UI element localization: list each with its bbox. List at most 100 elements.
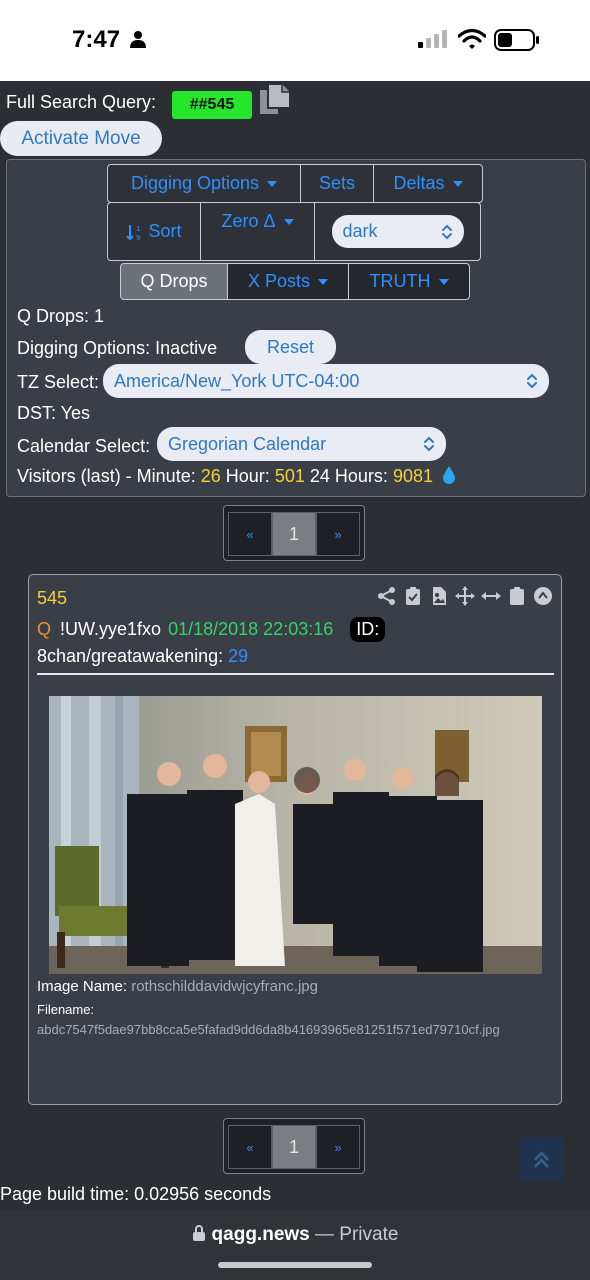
post-toolbar: [377, 585, 553, 607]
share-icon[interactable]: [377, 586, 397, 606]
sort-label: Sort: [148, 221, 182, 241]
digging-options-label: Digging Options: [130, 173, 260, 193]
post-board-name: 8chan/greatawakening:: [37, 646, 224, 666]
sort-icon: 1 9: [126, 224, 141, 241]
q-drops-count: Q Drops: 1: [17, 306, 105, 326]
truth-dropdown[interactable]: TRUTH: [348, 263, 470, 300]
scroll-to-top-button[interactable]: [520, 1138, 563, 1181]
image-name-line: Image Name: rothschilddavidwjcyfranc.jpg: [37, 978, 318, 995]
copy-icon[interactable]: [256, 80, 294, 118]
url-text: qagg.news — Private: [0, 1224, 590, 1246]
pager-next[interactable]: »: [316, 512, 360, 556]
calendar-select[interactable]: Gregorian Calendar: [157, 427, 446, 461]
deltas-dropdown[interactable]: Deltas: [373, 164, 483, 203]
private-mode-label: Private: [339, 1224, 399, 1245]
theme-select-value: dark: [342, 221, 378, 241]
hour-label: Hour:: [225, 466, 270, 486]
filename-value: abdc7547f5dae97bb8cca5e5fafad9dd6da8b416…: [37, 1022, 500, 1037]
post-card: 545 Q !UW.yye1fxo 01/18/2018 22:03:16 ID…: [28, 574, 562, 1105]
caret-down-icon: [283, 219, 294, 225]
person-icon: [130, 31, 146, 48]
post-board: 8chan/greatawakening: 29: [37, 646, 248, 667]
battery-icon: [494, 29, 539, 51]
caret-down-icon: [267, 180, 278, 187]
droplet-icon: [443, 466, 455, 484]
double-chevron-up-icon: [534, 1151, 549, 1168]
digging-status: Digging Options: Inactive: [17, 338, 218, 358]
browser-url-bar[interactable]: qagg.news — Private: [0, 1210, 590, 1280]
post-author: Q: [37, 619, 52, 639]
tab-q-drops[interactable]: Q Drops: [120, 263, 228, 300]
status-bar: 7:47: [0, 0, 590, 81]
url-domain: qagg.news: [211, 1224, 310, 1245]
page-build-time: Page build time: 0.02956 seconds: [0, 1184, 272, 1204]
status-time: 7:47: [72, 26, 121, 53]
wifi-icon: [458, 28, 486, 49]
pager-current[interactable]: 1: [272, 1125, 316, 1169]
cellular-signal-icon: [418, 30, 447, 48]
pager-prev[interactable]: «: [228, 1125, 272, 1169]
filename-label: Filename:: [37, 1002, 95, 1017]
post-id-badge: ID:: [350, 617, 386, 642]
image-name-label: Image Name:: [37, 978, 128, 995]
svg-text:1: 1: [136, 225, 140, 233]
svg-text:9: 9: [136, 234, 140, 241]
sets-button[interactable]: Sets: [300, 164, 374, 203]
query-label: Full Search Query:: [6, 92, 157, 112]
scroll-up-circle-icon[interactable]: [533, 586, 553, 606]
calendar-select-value: Gregorian Calendar: [168, 434, 327, 454]
updown-chevron-icon: [441, 224, 452, 239]
tz-select-value: America/New_York UTC-04:00: [114, 371, 360, 391]
move-arrows-icon[interactable]: [455, 586, 475, 606]
pagination-bottom: « 1 »: [223, 1118, 365, 1174]
theme-select-wrapper: dark: [314, 202, 481, 261]
day-label: 24 Hours:: [309, 466, 388, 486]
post-tripcode: !UW.yye1fxo: [60, 619, 162, 639]
deltas-label: Deltas: [393, 173, 445, 193]
theme-select[interactable]: dark: [331, 215, 464, 248]
lock-icon: [192, 1225, 205, 1241]
visitors-label: Visitors (last) - Minute:: [17, 466, 196, 486]
zero-delta-dropdown[interactable]: Zero Δ: [200, 202, 315, 261]
post-divider: [37, 673, 554, 675]
visitors-hour: 501: [274, 466, 305, 486]
activate-move-button[interactable]: Activate Move: [0, 121, 162, 156]
dst-status: DST: Yes: [17, 403, 91, 423]
clipboard-icon[interactable]: [507, 586, 527, 606]
caret-down-icon: [452, 180, 463, 187]
zero-delta-label: Zero Δ: [221, 211, 276, 231]
clipboard-check-icon[interactable]: [403, 586, 423, 606]
pagination-top: « 1 »: [223, 505, 365, 561]
post-header: Q !UW.yye1fxo 01/18/2018 22:03:16 ID:: [37, 617, 386, 642]
truth-label: TRUTH: [369, 271, 431, 291]
pager-current[interactable]: 1: [272, 512, 316, 556]
post-number: 545: [37, 588, 68, 608]
home-indicator: [218, 1262, 372, 1268]
visitors-line: Visitors (last) - Minute: 26 Hour: 501 2…: [17, 466, 456, 487]
file-image-icon[interactable]: [429, 586, 449, 606]
updown-chevron-icon: [424, 436, 434, 452]
digging-options-dropdown[interactable]: Digging Options: [107, 164, 301, 203]
url-separator: —: [309, 1224, 340, 1245]
x-posts-label: X Posts: [247, 271, 311, 291]
sort-button[interactable]: 1 9 Sort: [107, 202, 201, 261]
visitors-day: 9081: [392, 466, 433, 486]
visitors-minute: 26: [200, 466, 221, 486]
pager-next[interactable]: »: [316, 1125, 360, 1169]
caret-down-icon: [438, 278, 449, 285]
pager-prev[interactable]: «: [228, 512, 272, 556]
query-badge: ##545: [172, 91, 252, 119]
image-name-value[interactable]: rothschilddavidwjcyfranc.jpg: [131, 978, 318, 995]
control-panel: Digging Options Sets Deltas 1 9 Sort Zer…: [6, 159, 586, 497]
caret-down-icon: [318, 278, 329, 285]
post-thread-link[interactable]: 29: [228, 646, 248, 666]
post-image[interactable]: [49, 696, 542, 974]
tz-select[interactable]: America/New_York UTC-04:00: [103, 364, 549, 398]
expand-horizontal-icon[interactable]: [481, 586, 501, 606]
x-posts-dropdown[interactable]: X Posts: [227, 263, 349, 300]
calendar-label: Calendar Select:: [17, 436, 151, 456]
tz-label: TZ Select:: [17, 372, 100, 392]
updown-chevron-icon: [527, 373, 537, 389]
reset-button[interactable]: Reset: [245, 330, 336, 364]
post-date: 01/18/2018 22:03:16: [168, 619, 334, 639]
